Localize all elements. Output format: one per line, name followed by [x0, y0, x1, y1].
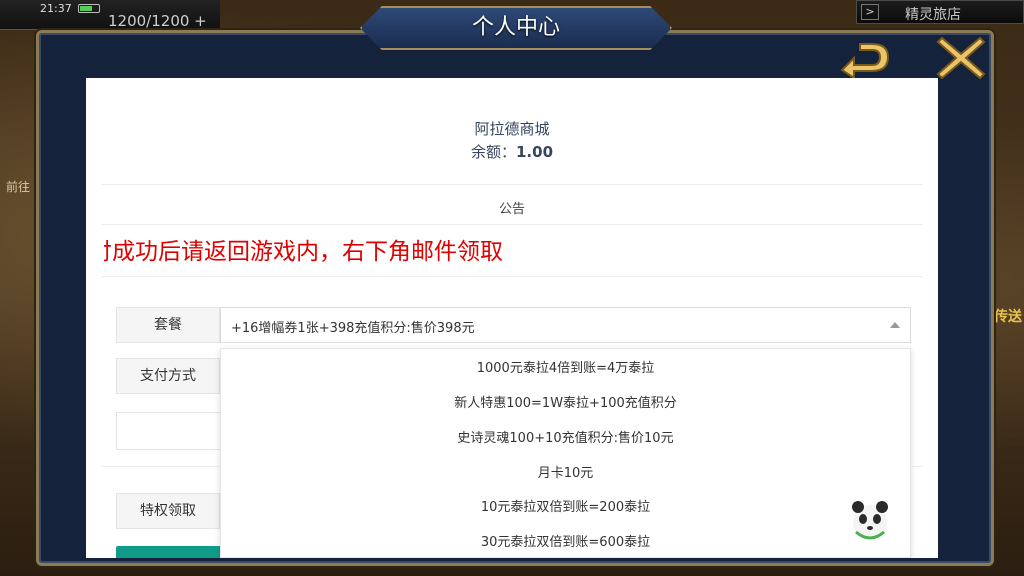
balance-label: 余额：	[470, 143, 516, 161]
shop-header: 阿拉德商城 余额：1.00	[101, 94, 923, 184]
dropdown-option[interactable]: 月卡10元	[221, 457, 910, 491]
inn-button[interactable]: > 精灵旅店	[856, 0, 1024, 24]
dropdown-option[interactable]: 新人特惠100=1W泰拉+100充值积分	[221, 387, 910, 421]
package-dropdown-list: 1000元泰拉4倍到账=4万泰拉 新人特惠100=1W泰拉+100充值积分 史诗…	[220, 348, 911, 558]
caret-up-icon	[890, 322, 900, 328]
payment-method-label: 支付方式	[116, 358, 220, 394]
modal-title: 个人中心	[471, 15, 560, 40]
balance-value: 1.00	[516, 143, 554, 161]
package-select[interactable]: +16增幅券1张+398充值积分:售价398元	[220, 307, 911, 343]
dropdown-option[interactable]: 10元泰拉双倍到账=200泰拉	[221, 491, 910, 525]
shop-content-panel: 阿拉德商城 余额：1.00 公告 付成功后请返回游戏内，右下角邮件领取 套餐 +…	[86, 78, 938, 558]
panda-logo-icon	[852, 501, 888, 540]
battery-icon	[78, 4, 100, 13]
hp-counter: 1200/1200 +	[108, 12, 207, 30]
notice-marquee: 付成功后请返回游戏内，右下角邮件领取	[104, 230, 924, 266]
clock: 21:37	[40, 2, 72, 15]
notice-title: 公告	[498, 202, 525, 217]
dropdown-option[interactable]: 史诗灵魂100+10充值积分:售价10元	[221, 422, 910, 456]
package-selected-value: +16增幅券1张+398充值积分:售价398元	[231, 321, 475, 336]
hud-status-bar: 21:37 1200/1200 +	[0, 0, 220, 30]
back-arrow-icon[interactable]	[836, 40, 894, 80]
inn-label: 精灵旅店	[905, 7, 961, 23]
dropdown-option[interactable]: 30元泰拉双倍到账=600泰拉	[221, 526, 910, 557]
balance: 余额：1.00	[101, 141, 923, 162]
watermark	[848, 498, 1008, 552]
divider	[101, 184, 923, 185]
go-to-label[interactable]: 前往	[6, 178, 30, 195]
divider	[101, 224, 923, 225]
close-icon[interactable]	[936, 34, 986, 82]
teleport-label[interactable]: 传送	[994, 306, 1022, 326]
expand-arrow-icon: >	[861, 4, 879, 20]
divider	[101, 276, 923, 277]
privilege-label: 特权领取	[116, 493, 220, 529]
dropdown-option[interactable]: 1000元泰拉4倍到账=4万泰拉	[221, 352, 910, 386]
shop-name: 阿拉德商城	[474, 120, 550, 138]
notice-text: 付成功后请返回游戏内，右下角邮件领取	[104, 239, 503, 265]
package-label: 套餐	[116, 307, 220, 343]
